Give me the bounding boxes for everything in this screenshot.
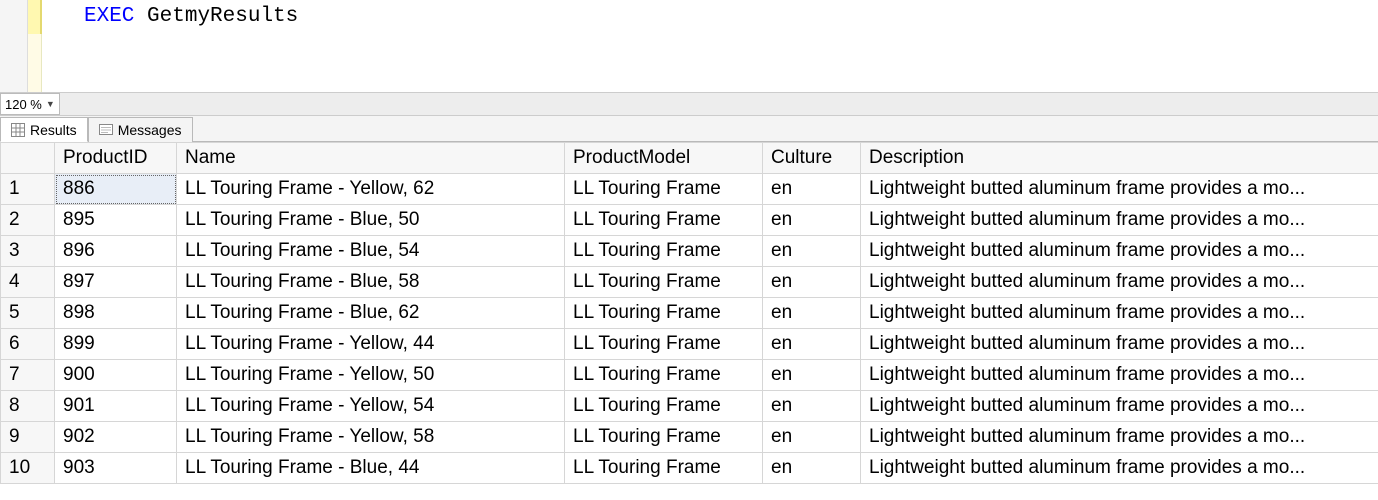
grid-cell-productid[interactable]: 896 bbox=[55, 236, 177, 267]
grid-cell-name[interactable]: LL Touring Frame - Yellow, 50 bbox=[177, 360, 565, 391]
grid-cell-productmodel[interactable]: LL Touring Frame bbox=[565, 360, 763, 391]
grid-cell-productid[interactable]: 900 bbox=[55, 360, 177, 391]
table-row[interactable]: 1886LL Touring Frame - Yellow, 62LL Tour… bbox=[1, 174, 1378, 205]
grid-cell-productid[interactable]: 903 bbox=[55, 453, 177, 484]
grid-header-rownum[interactable] bbox=[1, 143, 55, 174]
grid-cell-culture[interactable]: en bbox=[763, 360, 861, 391]
grid-rownum[interactable]: 2 bbox=[1, 205, 55, 236]
grid-cell-description[interactable]: Lightweight butted aluminum frame provid… bbox=[861, 205, 1378, 236]
results-grid[interactable]: ProductID Name ProductModel Culture Desc… bbox=[0, 142, 1378, 484]
grid-cell-name[interactable]: LL Touring Frame - Blue, 44 bbox=[177, 453, 565, 484]
grid-cell-productid[interactable]: 899 bbox=[55, 329, 177, 360]
grid-cell-culture[interactable]: en bbox=[763, 422, 861, 453]
grid-icon bbox=[11, 123, 25, 137]
editor-change-marker bbox=[28, 0, 42, 92]
table-row[interactable]: 2895LL Touring Frame - Blue, 50LL Tourin… bbox=[1, 205, 1378, 236]
grid-cell-culture[interactable]: en bbox=[763, 267, 861, 298]
grid-rownum[interactable]: 3 bbox=[1, 236, 55, 267]
results-tabs: Results Messages bbox=[0, 116, 1378, 142]
grid-cell-productmodel[interactable]: LL Touring Frame bbox=[565, 267, 763, 298]
grid-cell-productmodel[interactable]: LL Touring Frame bbox=[565, 205, 763, 236]
grid-cell-culture[interactable]: en bbox=[763, 205, 861, 236]
grid-cell-description[interactable]: Lightweight butted aluminum frame provid… bbox=[861, 298, 1378, 329]
sql-procedure-name: GetmyResults bbox=[147, 5, 298, 28]
grid-cell-description[interactable]: Lightweight butted aluminum frame provid… bbox=[861, 391, 1378, 422]
grid-cell-name[interactable]: LL Touring Frame - Yellow, 44 bbox=[177, 329, 565, 360]
table-row[interactable]: 3896LL Touring Frame - Blue, 54LL Tourin… bbox=[1, 236, 1378, 267]
grid-cell-name[interactable]: LL Touring Frame - Blue, 62 bbox=[177, 298, 565, 329]
grid-rownum[interactable]: 6 bbox=[1, 329, 55, 360]
grid-rownum[interactable]: 9 bbox=[1, 422, 55, 453]
grid-cell-productmodel[interactable]: LL Touring Frame bbox=[565, 391, 763, 422]
zoom-value: 120 % bbox=[5, 97, 42, 112]
table-row[interactable]: 10903LL Touring Frame - Blue, 44LL Touri… bbox=[1, 453, 1378, 484]
grid-cell-description[interactable]: Lightweight butted aluminum frame provid… bbox=[861, 422, 1378, 453]
grid-cell-productmodel[interactable]: LL Touring Frame bbox=[565, 422, 763, 453]
grid-cell-productid[interactable]: 886 bbox=[55, 174, 177, 205]
grid-cell-description[interactable]: Lightweight butted aluminum frame provid… bbox=[861, 360, 1378, 391]
grid-header-productmodel[interactable]: ProductModel bbox=[565, 143, 763, 174]
sql-keyword-exec: EXEC bbox=[84, 5, 134, 28]
grid-header-culture[interactable]: Culture bbox=[763, 143, 861, 174]
grid-cell-name[interactable]: LL Touring Frame - Blue, 54 bbox=[177, 236, 565, 267]
table-row[interactable]: 5898LL Touring Frame - Blue, 62LL Tourin… bbox=[1, 298, 1378, 329]
grid-rownum[interactable]: 4 bbox=[1, 267, 55, 298]
grid-cell-productmodel[interactable]: LL Touring Frame bbox=[565, 453, 763, 484]
grid-rownum[interactable]: 5 bbox=[1, 298, 55, 329]
grid-cell-productid[interactable]: 901 bbox=[55, 391, 177, 422]
tab-messages[interactable]: Messages bbox=[88, 117, 193, 142]
tab-results-label: Results bbox=[30, 122, 77, 138]
grid-cell-productid[interactable]: 902 bbox=[55, 422, 177, 453]
grid-cell-description[interactable]: Lightweight butted aluminum frame provid… bbox=[861, 453, 1378, 484]
grid-cell-productid[interactable]: 898 bbox=[55, 298, 177, 329]
grid-cell-name[interactable]: LL Touring Frame - Yellow, 58 bbox=[177, 422, 565, 453]
grid-rownum[interactable]: 10 bbox=[1, 453, 55, 484]
grid-cell-productmodel[interactable]: LL Touring Frame bbox=[565, 236, 763, 267]
zoom-select[interactable]: 120 % ▼ bbox=[0, 93, 60, 115]
grid-cell-productid[interactable]: 895 bbox=[55, 205, 177, 236]
editor-code[interactable]: EXEC GetmyResults bbox=[42, 0, 298, 92]
table-row[interactable]: 7900LL Touring Frame - Yellow, 50LL Tour… bbox=[1, 360, 1378, 391]
chevron-down-icon: ▼ bbox=[46, 99, 55, 109]
grid-header-description[interactable]: Description bbox=[861, 143, 1378, 174]
tab-results[interactable]: Results bbox=[0, 117, 88, 142]
sql-editor[interactable]: EXEC GetmyResults bbox=[0, 0, 1378, 92]
table-row[interactable]: 8901LL Touring Frame - Yellow, 54LL Tour… bbox=[1, 391, 1378, 422]
tab-messages-label: Messages bbox=[118, 122, 182, 138]
grid-cell-culture[interactable]: en bbox=[763, 391, 861, 422]
grid-cell-culture[interactable]: en bbox=[763, 236, 861, 267]
grid-rownum[interactable]: 7 bbox=[1, 360, 55, 391]
grid-cell-name[interactable]: LL Touring Frame - Yellow, 54 bbox=[177, 391, 565, 422]
grid-cell-description[interactable]: Lightweight butted aluminum frame provid… bbox=[861, 267, 1378, 298]
grid-cell-productmodel[interactable]: LL Touring Frame bbox=[565, 174, 763, 205]
table-row[interactable]: 4897LL Touring Frame - Blue, 58LL Tourin… bbox=[1, 267, 1378, 298]
messages-icon bbox=[99, 123, 113, 137]
zoom-bar: 120 % ▼ bbox=[0, 92, 1378, 116]
grid-cell-culture[interactable]: en bbox=[763, 453, 861, 484]
grid-cell-productmodel[interactable]: LL Touring Frame bbox=[565, 298, 763, 329]
grid-cell-name[interactable]: LL Touring Frame - Yellow, 62 bbox=[177, 174, 565, 205]
table-row[interactable]: 9902LL Touring Frame - Yellow, 58LL Tour… bbox=[1, 422, 1378, 453]
grid-cell-culture[interactable]: en bbox=[763, 329, 861, 360]
results-grid-wrap: ProductID Name ProductModel Culture Desc… bbox=[0, 142, 1378, 500]
editor-gutter bbox=[0, 0, 28, 92]
grid-cell-description[interactable]: Lightweight butted aluminum frame provid… bbox=[861, 174, 1378, 205]
grid-cell-name[interactable]: LL Touring Frame - Blue, 58 bbox=[177, 267, 565, 298]
grid-rownum[interactable]: 8 bbox=[1, 391, 55, 422]
grid-cell-productmodel[interactable]: LL Touring Frame bbox=[565, 329, 763, 360]
grid-cell-culture[interactable]: en bbox=[763, 298, 861, 329]
grid-header-row: ProductID Name ProductModel Culture Desc… bbox=[1, 143, 1378, 174]
grid-cell-productid[interactable]: 897 bbox=[55, 267, 177, 298]
grid-cell-description[interactable]: Lightweight butted aluminum frame provid… bbox=[861, 329, 1378, 360]
table-row[interactable]: 6899LL Touring Frame - Yellow, 44LL Tour… bbox=[1, 329, 1378, 360]
grid-header-productid[interactable]: ProductID bbox=[55, 143, 177, 174]
grid-cell-name[interactable]: LL Touring Frame - Blue, 50 bbox=[177, 205, 565, 236]
grid-rownum[interactable]: 1 bbox=[1, 174, 55, 205]
grid-header-name[interactable]: Name bbox=[177, 143, 565, 174]
grid-cell-description[interactable]: Lightweight butted aluminum frame provid… bbox=[861, 236, 1378, 267]
grid-cell-culture[interactable]: en bbox=[763, 174, 861, 205]
